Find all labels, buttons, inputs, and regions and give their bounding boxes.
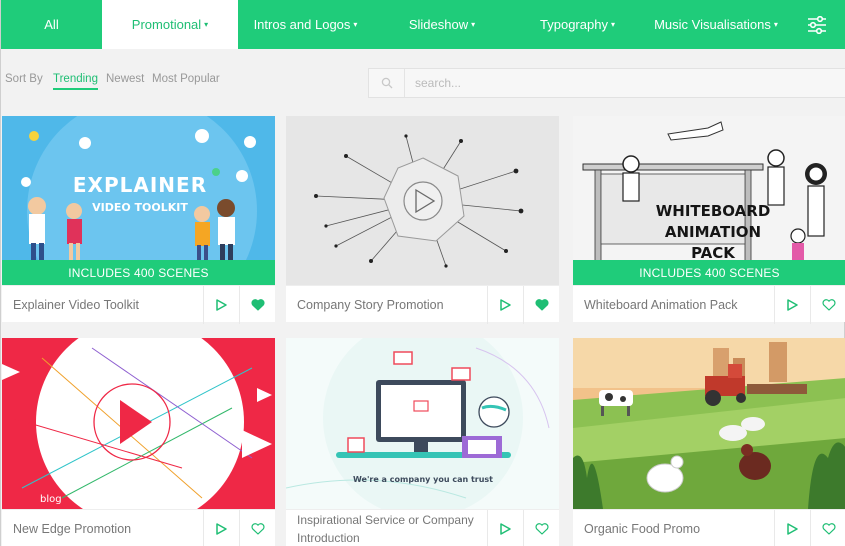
heart-outline-icon	[821, 299, 836, 311]
scenes-banner: INCLUDES 400 SCENES	[573, 260, 845, 285]
thumb-caption: We're a company you can trust	[353, 475, 493, 484]
thumb-subline: VIDEO TOOLKIT	[92, 201, 188, 214]
favorite-button[interactable]	[239, 286, 275, 324]
caret-down-icon: ▾	[610, 20, 615, 29]
nav-item-label: Slideshow	[408, 17, 469, 32]
favorite-button[interactable]	[810, 510, 845, 546]
template-card[interactable]: Company Story Promotion	[286, 116, 559, 324]
card-footer: Whiteboard Animation Pack	[573, 285, 845, 324]
filter-settings-button[interactable]	[788, 0, 845, 49]
scenes-banner: INCLUDES 400 SCENES	[2, 260, 275, 285]
nav-item-music-visualisations[interactable]: Music Visualisations ▾	[644, 0, 788, 49]
thumb-line2: ANIMATION	[665, 223, 761, 241]
template-card[interactable]: We're a company you can trust Inspiratio…	[286, 338, 559, 546]
card-footer: Inspirational Service or Company Introdu…	[286, 509, 559, 546]
inspirational-thumbnail-art: We're a company you can trust	[286, 338, 559, 509]
sort-option-most-popular[interactable]: Most Popular	[152, 73, 220, 85]
template-card[interactable]: Organic Food Promo	[573, 338, 845, 546]
caret-down-icon: ▾	[353, 20, 358, 29]
category-nav: All Promotional ▾ Intros and Logos ▾ Sli…	[1, 0, 845, 49]
card-thumbnail[interactable]: We're a company you can trust	[286, 338, 559, 509]
card-thumbnail[interactable]: blog	[2, 338, 275, 509]
play-icon	[787, 523, 798, 535]
heart-filled-icon	[534, 299, 549, 311]
search-box	[368, 68, 845, 98]
heart-filled-icon	[250, 299, 265, 311]
thumb-line1: WHITEBOARD	[656, 202, 771, 220]
nav-item-label: Typography	[540, 17, 608, 32]
template-card[interactable]: EXPLAINER VIDEO TOOLKIT INCLUDES 400 SCE…	[2, 116, 275, 324]
play-icon	[787, 299, 798, 311]
sliders-icon	[808, 15, 826, 34]
nav-item-label: Promotional	[131, 17, 202, 32]
thumb-headline: EXPLAINER	[73, 173, 207, 197]
favorite-button[interactable]	[523, 510, 559, 546]
nav-item-label: All	[44, 17, 59, 32]
heart-outline-icon	[534, 523, 549, 535]
caret-down-icon: ▾	[204, 20, 209, 29]
search-icon[interactable]	[369, 69, 405, 97]
template-card[interactable]: blog New Edge Promotion	[2, 338, 275, 546]
preview-button[interactable]	[487, 286, 523, 324]
nav-item-label: Music Visualisations	[654, 17, 771, 32]
play-icon	[216, 299, 227, 311]
play-icon	[500, 523, 511, 535]
preview-button[interactable]	[774, 510, 810, 546]
card-thumbnail[interactable]	[286, 116, 559, 285]
favorite-button[interactable]	[239, 510, 275, 546]
sort-option-trending[interactable]: Trending	[53, 73, 98, 90]
nav-item-typography[interactable]: Typography ▾	[511, 0, 644, 49]
card-footer: Organic Food Promo	[573, 509, 845, 546]
card-footer: New Edge Promotion	[2, 509, 275, 546]
caret-down-icon: ▾	[471, 20, 476, 29]
sort-bar: Sort By Trending Newest Most Popular	[1, 49, 845, 116]
thumb-tag: blog	[40, 494, 62, 505]
card-title[interactable]: Company Story Promotion	[286, 286, 487, 323]
heart-outline-icon	[250, 523, 265, 535]
new-edge-thumbnail-art: blog	[2, 338, 275, 509]
play-icon	[216, 523, 227, 535]
sort-by-label: Sort By	[5, 73, 43, 85]
template-card[interactable]: WHITEBOARD ANIMATION PACK INCLUDES 400 S…	[573, 116, 845, 324]
favorite-button[interactable]	[523, 286, 559, 324]
card-title[interactable]: Organic Food Promo	[573, 510, 774, 546]
nav-item-intros-and-logos[interactable]: Intros and Logos ▾	[238, 0, 373, 49]
search-input[interactable]	[405, 76, 825, 90]
card-title[interactable]: New Edge Promotion	[2, 510, 203, 546]
preview-button[interactable]	[203, 286, 239, 324]
favorite-button[interactable]	[810, 286, 845, 324]
preview-button[interactable]	[487, 510, 523, 546]
card-thumbnail[interactable]: EXPLAINER VIDEO TOOLKIT INCLUDES 400 SCE…	[2, 116, 275, 285]
nav-item-label: Intros and Logos	[253, 17, 351, 32]
heart-outline-icon	[821, 523, 836, 535]
play-icon	[500, 299, 511, 311]
caret-down-icon: ▾	[773, 20, 778, 29]
nav-item-all[interactable]: All	[1, 0, 102, 49]
card-thumbnail[interactable]: WHITEBOARD ANIMATION PACK INCLUDES 400 S…	[573, 116, 845, 285]
card-title[interactable]: Explainer Video Toolkit	[2, 286, 203, 323]
nav-item-slideshow[interactable]: Slideshow ▾	[373, 0, 511, 49]
nav-item-promotional[interactable]: Promotional ▾	[102, 0, 238, 49]
organic-food-thumbnail-art	[573, 338, 845, 509]
card-title[interactable]: Inspirational Service or Company Introdu…	[286, 510, 487, 546]
company-story-thumbnail-art	[286, 116, 559, 285]
card-thumbnail[interactable]	[573, 338, 845, 509]
preview-button[interactable]	[203, 510, 239, 546]
card-footer: Explainer Video Toolkit	[2, 285, 275, 324]
sort-option-newest[interactable]: Newest	[106, 73, 144, 85]
card-footer: Company Story Promotion	[286, 285, 559, 324]
preview-button[interactable]	[774, 286, 810, 324]
card-title[interactable]: Whiteboard Animation Pack	[573, 286, 774, 323]
